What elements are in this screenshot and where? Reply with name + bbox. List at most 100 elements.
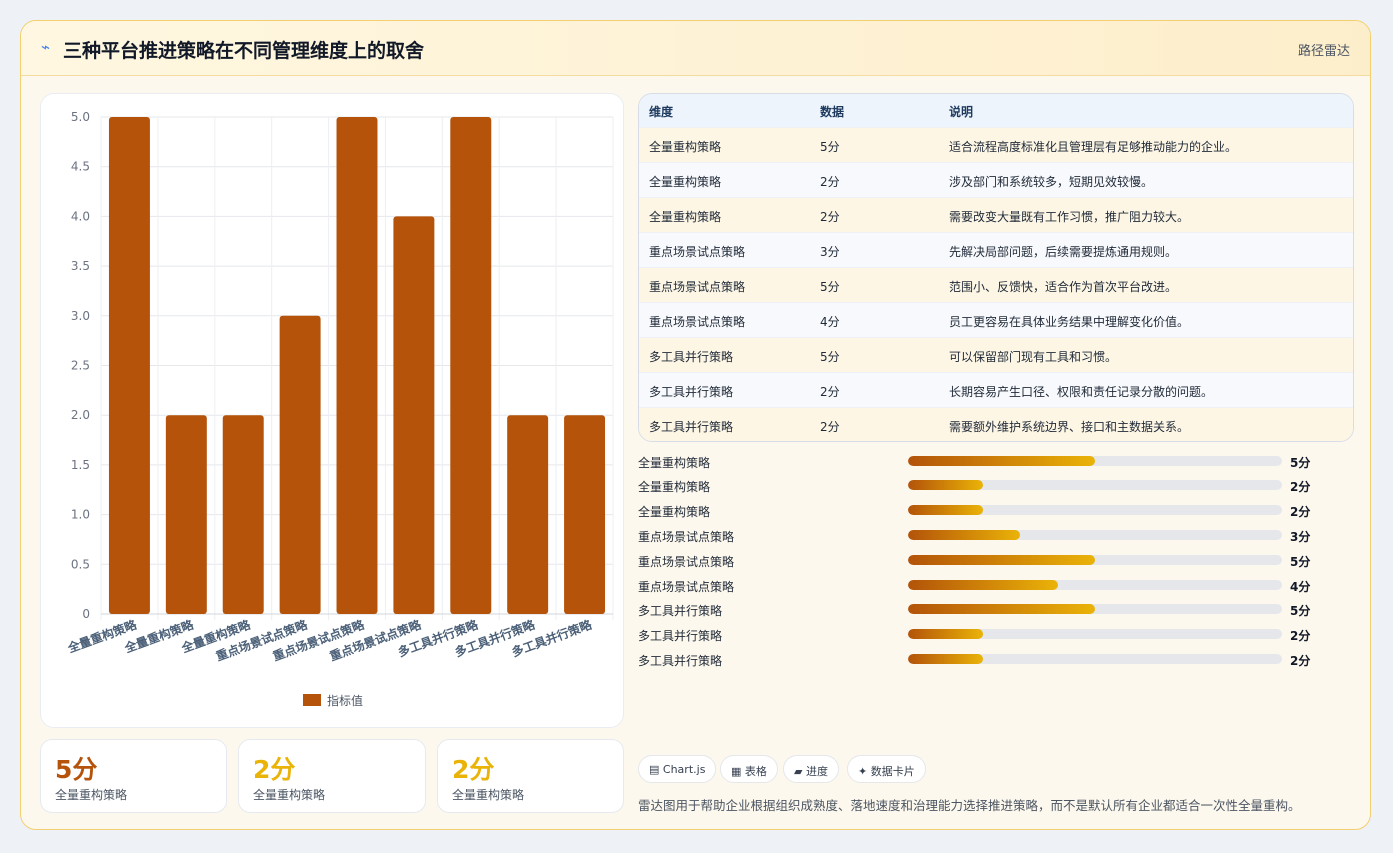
- progress-value: 4分: [1290, 580, 1311, 594]
- footer-note: 雷达图用于帮助企业根据组织成熟度、落地速度和治理能力选择推进策略，而不是默认所有…: [638, 798, 1301, 813]
- progress-value: 2分: [1290, 505, 1311, 519]
- kpi-value: 2分: [452, 755, 495, 784]
- progress-track: [908, 580, 1282, 590]
- kpi-value: 2分: [253, 755, 296, 784]
- table-row: 多工具并行策略 2分 长期容易产生口径、权限和责任记录分散的问题。: [639, 372, 1353, 408]
- progress-track: [908, 480, 1282, 490]
- chart-icon: ▤: [649, 763, 660, 776]
- progress-value: 3分: [1290, 530, 1311, 544]
- y-tick-label: 4.0: [71, 209, 90, 223]
- chip-progress[interactable]: ▰ 进度: [783, 755, 839, 783]
- y-tick-label: 1.0: [71, 508, 90, 522]
- table-row: 多工具并行策略 5分 可以保留部门现有工具和习惯。: [639, 337, 1353, 373]
- progress-fill: [908, 604, 1095, 614]
- bar: [336, 117, 378, 614]
- chip-chartjs[interactable]: ▤ Chart.js: [638, 755, 717, 783]
- chip-table[interactable]: ▦ 表格: [720, 755, 778, 783]
- table-cell: 2分: [820, 175, 840, 189]
- y-tick-label: 0: [82, 607, 90, 621]
- bar: [279, 315, 321, 614]
- table-header-cell: 说明: [949, 105, 974, 119]
- progress-label: 重点场景试点策略: [638, 530, 735, 544]
- table-cell: 员工更容易在具体业务结果中理解变化价值。: [949, 315, 1190, 329]
- progress-value: 2分: [1290, 629, 1311, 643]
- bar: [165, 415, 207, 614]
- progress-fill: [908, 654, 983, 664]
- bolt-icon: ⌁: [41, 38, 51, 56]
- table-cell: 重点场景试点策略: [649, 315, 746, 329]
- table-row: 重点场景试点策略 4分 员工更容易在具体业务结果中理解变化价值。: [639, 302, 1353, 338]
- y-tick-label: 4.5: [71, 160, 90, 174]
- progress-row: 全量重构策略 2分: [638, 500, 1338, 520]
- chip-label: Chart.js: [662, 763, 706, 776]
- progress-row: 重点场景试点策略 5分: [638, 550, 1338, 570]
- y-tick-label: 1.5: [71, 458, 90, 472]
- y-tick-label: 0.5: [71, 557, 90, 571]
- table-cell: 重点场景试点策略: [649, 280, 746, 294]
- progress-value: 5分: [1290, 555, 1311, 569]
- y-tick-label: 5.0: [71, 110, 90, 124]
- progress-value: 2分: [1290, 654, 1311, 668]
- table-cell: 2分: [820, 420, 840, 434]
- table-cell: 多工具并行策略: [649, 385, 734, 399]
- legend-swatch: [303, 694, 321, 706]
- x-tick-label: 重点场景试点策略: [328, 616, 424, 663]
- progress-label: 重点场景试点策略: [638, 580, 735, 594]
- table-cell: 适合流程高度标准化且管理层有足够推动能力的企业。: [949, 140, 1238, 154]
- y-tick-label: 2.0: [71, 408, 90, 422]
- chip-data-card[interactable]: ✦ 数据卡片: [847, 755, 926, 783]
- table-cell: 多工具并行策略: [649, 420, 734, 434]
- x-tick-label: 重点场景试点策略: [214, 616, 310, 663]
- legend-label: 指标值: [327, 693, 363, 708]
- table-cell: 多工具并行策略: [649, 350, 734, 364]
- progress-label: 多工具并行策略: [638, 604, 723, 618]
- table-cell: 2分: [820, 385, 840, 399]
- sparkle-icon: ✦: [858, 765, 868, 778]
- progress-fill: [908, 505, 983, 515]
- progress-row: 多工具并行策略 5分: [638, 599, 1338, 619]
- progress-label: 多工具并行策略: [638, 654, 723, 668]
- table-cell: 重点场景试点策略: [649, 245, 746, 259]
- progress-track: [908, 604, 1282, 614]
- card-header: ⌁ 三种平台推进策略在不同管理维度上的取舍 路径雷达: [21, 21, 1370, 76]
- kpi-card: 2分 全量重构策略: [437, 739, 624, 813]
- table-cell: 3分: [820, 245, 840, 259]
- table-cell: 5分: [820, 140, 840, 154]
- table-row: 全量重构策略 2分 涉及部门和系统较多，短期见效较慢。: [639, 162, 1353, 198]
- progress-row: 多工具并行策略 2分: [638, 649, 1338, 669]
- chip-label: 进度: [805, 765, 828, 778]
- bar-chart-panel: 0 0.5 1.0 1.5 2.0 2.5 3.0 3.5 4.0 4.5 5.0 全量重构策略 全量重…: [40, 93, 624, 728]
- table-cell: 5分: [820, 280, 840, 294]
- table-cell: 范围小、反馈快，适合作为首次平台改进。: [949, 280, 1178, 294]
- table-cell: 先解决局部问题，后续需要提炼通用规则。: [949, 245, 1178, 259]
- header-tag: 路径雷达: [1297, 44, 1350, 59]
- table-row: 重点场景试点策略 3分 先解决局部问题，后续需要提炼通用规则。: [639, 232, 1353, 268]
- dashboard-card: ⌁ 三种平台推进策略在不同管理维度上的取舍 路径雷达 0 0.5 1.0 1.5 2.0…: [20, 20, 1371, 830]
- table-cell: 全量重构策略: [649, 140, 722, 154]
- kpi-label: 全量重构策略: [253, 788, 326, 802]
- progress-label: 全量重构策略: [638, 456, 711, 470]
- table-cell: 2分: [820, 210, 840, 224]
- bar: [564, 415, 606, 614]
- table-row: 多工具并行策略 2分 需要额外维护系统边界、接口和主数据关系。: [639, 407, 1353, 441]
- progress-fill: [908, 555, 1095, 565]
- table-cell: 5分: [820, 350, 840, 364]
- progress-value: 5分: [1290, 604, 1311, 618]
- kpi-label: 全量重构策略: [452, 788, 525, 802]
- table-cell: 全量重构策略: [649, 175, 722, 189]
- progress-row: 重点场景试点策略 3分: [638, 525, 1338, 545]
- kpi-card: 5分 全量重构策略: [40, 739, 227, 813]
- page-title: 三种平台推进策略在不同管理维度上的取舍: [63, 40, 425, 62]
- bar: [393, 216, 435, 614]
- progress-row: 重点场景试点策略 4分: [638, 575, 1338, 595]
- bar: [108, 117, 150, 614]
- table-cell: 长期容易产生口径、权限和责任记录分散的问题。: [949, 385, 1214, 399]
- kpi-value: 5分: [55, 755, 98, 784]
- bar: [222, 415, 264, 614]
- table-cell: 4分: [820, 315, 840, 329]
- progress-label: 多工具并行策略: [638, 629, 723, 643]
- progress-track: [908, 530, 1282, 540]
- table-row: 全量重构策略 2分 需要改变大量既有工作习惯，推广阻力较大。: [639, 197, 1353, 233]
- progress-fill: [908, 530, 1021, 540]
- table-cell: 可以保留部门现有工具和习惯。: [949, 350, 1118, 364]
